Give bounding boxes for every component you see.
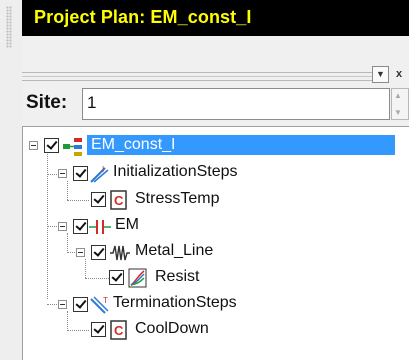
collapse-toggle[interactable] [29, 141, 38, 150]
tree-node-stresstemp[interactable]: C StressTemp [23, 188, 403, 212]
tree-node-termination-steps[interactable]: T TerminationSteps [23, 292, 403, 316]
toolbar-dropdown-button[interactable]: ▼ [372, 66, 389, 83]
tree-node-label: EM_const_I [87, 135, 395, 155]
collapse-toggle[interactable] [58, 300, 67, 309]
svg-text:C: C [114, 193, 124, 208]
tree-node-metal-line[interactable]: Metal_Line [23, 240, 403, 264]
site-label: Site: [26, 92, 68, 113]
tree-checkbox[interactable] [91, 322, 106, 337]
site-input[interactable]: 1 [82, 88, 390, 120]
svg-text:T: T [103, 296, 108, 305]
project-tree[interactable]: EM_const_I I InitializationSteps C Stres… [22, 126, 409, 360]
spinner-down-icon[interactable]: ▼ [394, 108, 402, 117]
toolbar-close-button[interactable]: x [389, 66, 409, 83]
tree-checkbox[interactable] [91, 245, 106, 260]
init-steps-icon: I [90, 165, 109, 183]
tree-node-resist[interactable]: Resist [23, 266, 403, 290]
tree-checkbox[interactable] [73, 166, 88, 181]
tree-node-label: Metal_Line [135, 242, 214, 259]
project-tree-icon [63, 138, 82, 156]
em-icon [89, 220, 111, 234]
tree-node-root[interactable]: EM_const_I [23, 135, 403, 159]
tree-node-label: StressTemp [135, 190, 220, 207]
tree-node-label: InitializationSteps [113, 163, 238, 180]
tree-checkbox[interactable] [73, 297, 88, 312]
window-title: Project Plan: EM_const_I [34, 7, 252, 27]
collapse-toggle[interactable] [58, 222, 67, 231]
collapse-toggle[interactable] [76, 248, 85, 257]
waveform-icon [110, 245, 130, 261]
collapse-toggle[interactable] [58, 169, 67, 178]
window-titlebar: Project Plan: EM_const_I [22, 0, 409, 36]
tree-checkbox[interactable] [73, 219, 88, 234]
chart-icon [128, 268, 147, 288]
tree-checkbox[interactable] [44, 138, 59, 153]
tree-checkbox[interactable] [109, 270, 124, 285]
svg-text:C: C [114, 323, 124, 338]
svg-text:I: I [102, 165, 104, 174]
tree-node-label: EM [115, 216, 139, 233]
tree-checkbox[interactable] [91, 192, 106, 207]
tree-node-label: Resist [155, 268, 200, 285]
tree-node-label: TerminationSteps [113, 294, 237, 311]
toolbar-grip[interactable] [22, 72, 397, 81]
term-steps-icon: T [90, 296, 109, 314]
tree-node-cooldown[interactable]: C CoolDown [23, 318, 403, 342]
script-step-icon: C [110, 320, 127, 340]
tree-node-em[interactable]: EM [23, 214, 403, 238]
tree-node-initialization-steps[interactable]: I InitializationSteps [23, 161, 403, 185]
spinner-up-icon[interactable]: ▲ [394, 91, 402, 100]
tree-node-label: CoolDown [135, 320, 209, 337]
chevron-down-icon: ▼ [376, 69, 385, 79]
site-spinner[interactable]: ▲ ▼ [391, 88, 409, 120]
script-step-icon: C [110, 190, 127, 210]
panel-gripper[interactable] [0, 0, 22, 360]
